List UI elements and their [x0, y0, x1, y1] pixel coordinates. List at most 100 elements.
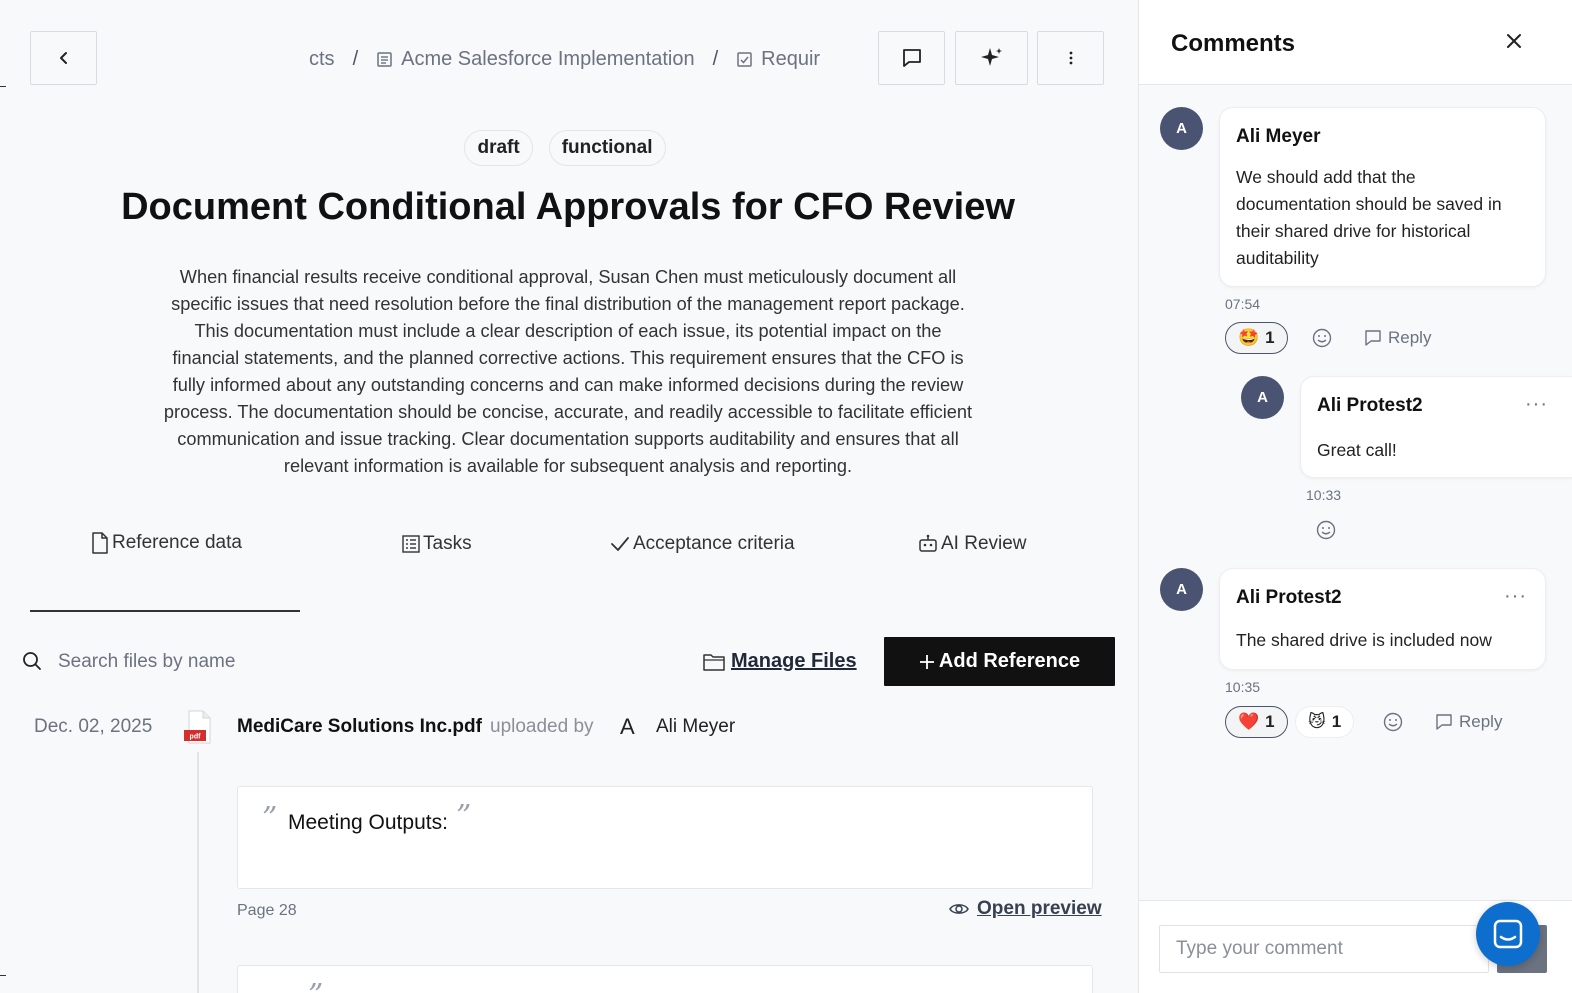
tab-ai-review[interactable]: AI Review: [918, 533, 1027, 555]
open-preview-link[interactable]: Open preview: [949, 898, 1102, 920]
checklist-icon: [737, 51, 752, 67]
requirement-description: When financial results receive condition…: [163, 267, 973, 476]
reaction-badge[interactable]: 🤩 1: [1225, 322, 1288, 354]
breadcrumb-item-projects[interactable]: cts: [309, 48, 335, 71]
requirement-title: Document Conditional Approvals for CFO R…: [121, 186, 1015, 228]
comment-author: Ali Meyer: [1236, 126, 1321, 147]
type-tag: functional: [548, 130, 666, 166]
ai-assist-button[interactable]: [955, 31, 1028, 85]
close-quote-mark: ”: [456, 799, 472, 834]
chevron-left-icon: [59, 52, 67, 64]
comment-time: 07:54: [1225, 296, 1261, 312]
comment-bubble: Ali Protest2 Great call! ···: [1300, 376, 1572, 478]
tab-acceptance-criteria[interactable]: Acceptance criteria: [610, 533, 795, 555]
breadcrumb-separator: /: [352, 47, 359, 70]
task-list-icon: [402, 535, 420, 553]
sparkle-icon: [980, 48, 1002, 66]
comment-avatar: A: [1160, 107, 1203, 150]
comment-input[interactable]: [1159, 925, 1489, 973]
breadcrumb-separator: /: [712, 47, 719, 70]
tab-tasks[interactable]: Tasks: [402, 533, 472, 555]
file-timeline-line: [197, 752, 199, 993]
add-reaction-button[interactable]: [1312, 328, 1332, 348]
open-quote-mark: ”: [308, 978, 323, 993]
robot-icon: [919, 534, 937, 552]
check-icon: [611, 537, 629, 551]
breadcrumb-item-requirement[interactable]: Requir: [736, 48, 820, 71]
search-icon: [22, 651, 42, 676]
comment-options-button[interactable]: ···: [1504, 585, 1527, 608]
manage-files-link[interactable]: Manage Files: [703, 650, 857, 673]
close-comments-button[interactable]: [1501, 28, 1527, 54]
add-reaction-button[interactable]: [1383, 712, 1403, 732]
comments-list: A Ali Meyer We should add that the docum…: [1139, 85, 1572, 900]
comment-text: The shared drive is included now: [1236, 630, 1492, 650]
reaction-count: 1: [1265, 328, 1275, 347]
eye-icon: [949, 904, 969, 914]
requirement-tabs: Reference data Tasks Acceptance criteria…: [0, 530, 1138, 564]
comment-author: Ali Protest2: [1317, 395, 1423, 416]
comment-time: 10:35: [1225, 679, 1261, 695]
add-reference-button[interactable]: Add Reference: [884, 637, 1115, 686]
heart-emoji: ❤️: [1238, 712, 1260, 731]
file-entry: Dec. 02, 2025 pdf MediCare Solutions Inc…: [0, 708, 1138, 748]
smiley-icon: [1316, 520, 1336, 540]
page-number: Page 28: [237, 902, 297, 919]
more-options-button[interactable]: [1037, 31, 1104, 85]
file-date: Dec. 02, 2025: [34, 716, 153, 737]
left-edge-mark: [0, 86, 6, 87]
chat-launcher-button[interactable]: [1476, 902, 1540, 966]
uploader-name: Ali Meyer: [656, 716, 736, 737]
back-button[interactable]: [30, 31, 97, 85]
breadcrumb-item-project[interactable]: Acme Salesforce Implementation: [376, 48, 695, 71]
smiley-icon: [1383, 712, 1403, 732]
requirement-tags: draft functional: [0, 130, 1138, 166]
add-reaction-button[interactable]: [1316, 520, 1336, 540]
comment-author: Ali Protest2: [1236, 587, 1342, 608]
comment-avatar: A: [1160, 568, 1203, 611]
project-icon: [377, 51, 392, 67]
comments-panel-header: Comments: [1139, 0, 1572, 85]
active-tab-indicator: [30, 610, 300, 612]
reply-button[interactable]: Reply: [1435, 712, 1502, 732]
reaction-count: 1: [1331, 712, 1342, 731]
reply-button[interactable]: Reply: [1364, 328, 1431, 348]
left-edge-mark: [0, 975, 6, 976]
comment-avatar: A: [1241, 376, 1284, 419]
reaction-badge[interactable]: 😼 1: [1295, 706, 1355, 738]
reply-icon: [1436, 714, 1452, 730]
open-quote-mark: ”: [262, 801, 278, 836]
main-content: cts / Acme Salesforce Implementation / R…: [0, 0, 1138, 993]
reaction-count: 1: [1265, 712, 1275, 731]
status-tag: draft: [464, 130, 533, 166]
comment-time: 10:33: [1306, 487, 1342, 503]
star-struck-emoji: 🤩: [1238, 328, 1260, 347]
tab-reference-data[interactable]: Reference data: [91, 532, 242, 554]
vertical-dots-icon: [1069, 51, 1072, 65]
chat-bubble-icon: [902, 49, 921, 67]
breadcrumb: cts / Acme Salesforce Implementation / R…: [309, 44, 827, 74]
file-name-link[interactable]: MediCare Solutions Inc.pdf: [237, 716, 482, 738]
pdf-file-icon: pdf: [183, 710, 213, 749]
document-icon: [92, 532, 108, 554]
smiley-icon: [1312, 328, 1332, 348]
comment-text: We should add that the documentation sho…: [1236, 167, 1502, 268]
quote-text: Meeting Outputs:: [288, 811, 448, 834]
chat-launcher-icon: [1493, 919, 1523, 949]
reference-quote-card: ” Meeting Outputs: ”: [237, 786, 1093, 889]
comment-bubble: Ali Protest2 The shared drive is include…: [1219, 568, 1546, 670]
plus-icon: [919, 654, 934, 669]
pdf-icon-label: pdf: [190, 734, 202, 741]
comment-options-button[interactable]: ···: [1525, 393, 1548, 416]
reply-icon: [1365, 330, 1381, 346]
reference-quote-card: ”: [237, 965, 1093, 993]
reaction-badge[interactable]: ❤️ 1: [1225, 706, 1288, 738]
uploaded-by-label: uploaded by: [490, 716, 594, 737]
file-search-input[interactable]: [58, 648, 438, 676]
comments-toggle-button[interactable]: [878, 31, 945, 85]
cat-emoji: 😼: [1308, 712, 1326, 731]
comments-panel: Comments A Ali Meyer We should add that …: [1138, 0, 1572, 993]
comments-panel-title: Comments: [1171, 30, 1296, 57]
comment-text: Great call!: [1317, 440, 1397, 460]
comment-bubble: Ali Meyer We should add that the documen…: [1219, 107, 1546, 287]
